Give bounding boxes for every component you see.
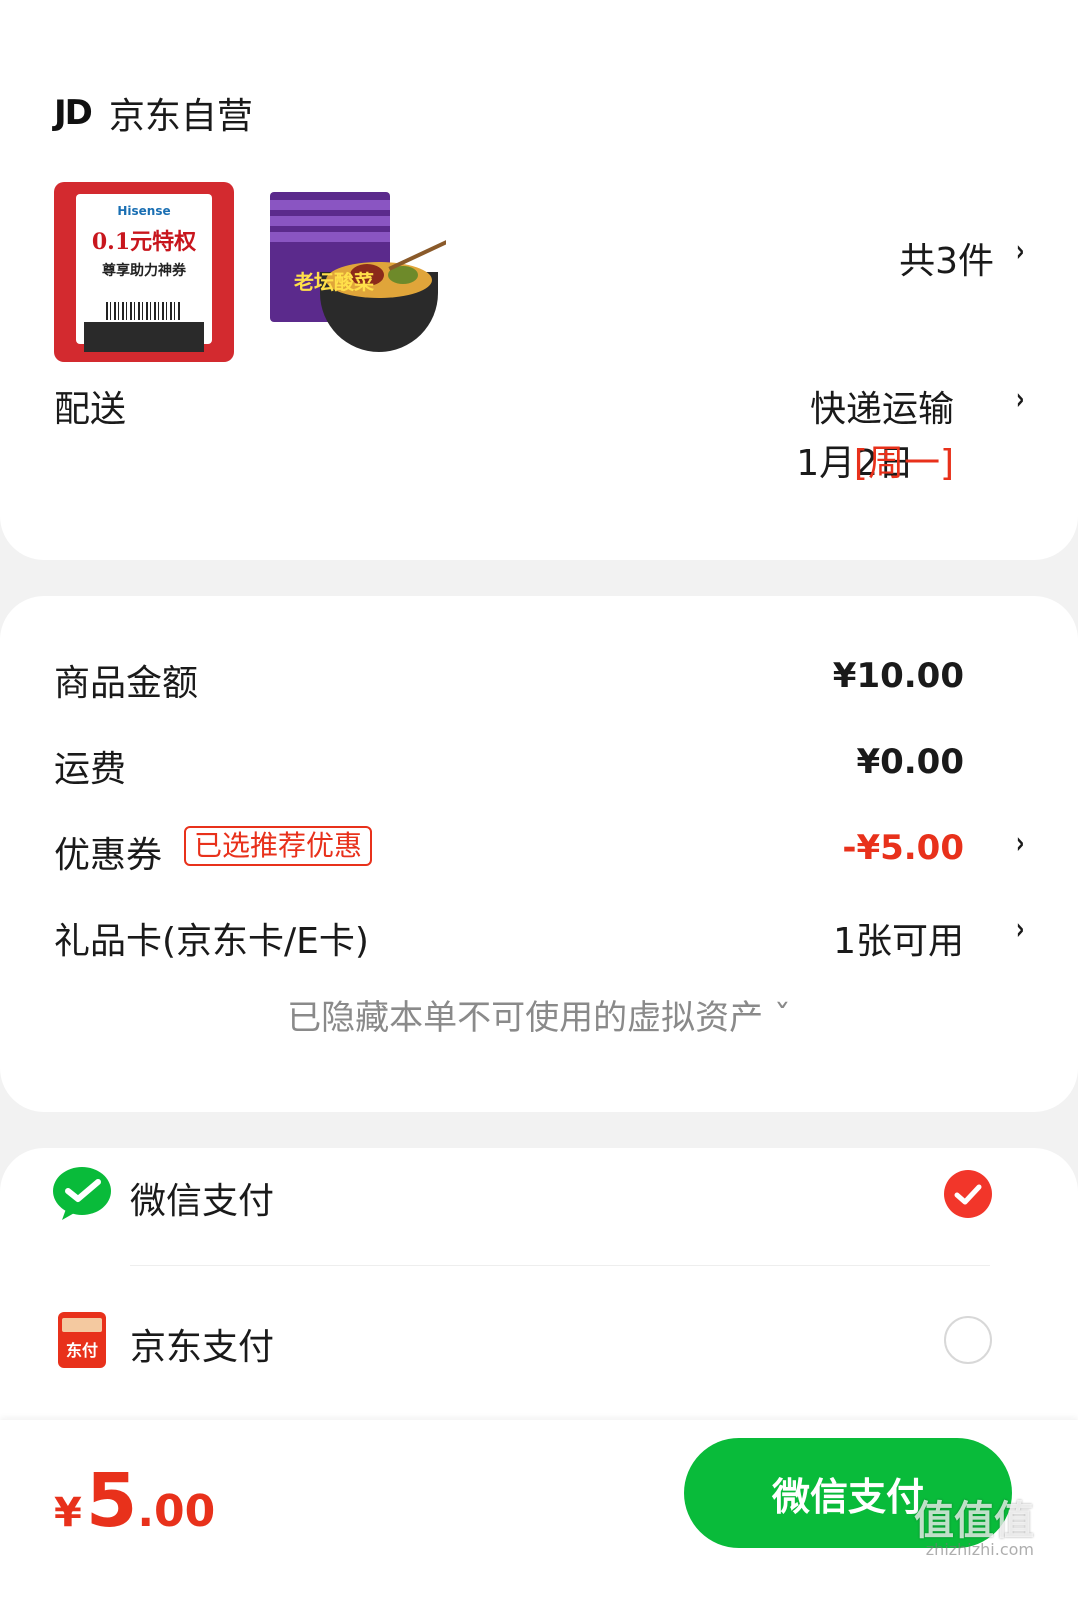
jd-pay-icon-text: 东付 bbox=[66, 1341, 98, 1360]
product-thumbnail-noodles[interactable]: 老坛酸菜 bbox=[266, 182, 446, 362]
shop-name: 京东自营 bbox=[108, 96, 253, 137]
item-count[interactable]: 共3件 bbox=[899, 232, 994, 284]
jd-pay-label[interactable]: 京东支付 bbox=[130, 1318, 274, 1370]
jd-pay-icon: 东付 bbox=[52, 1310, 112, 1370]
total-decimal: .00 bbox=[137, 1486, 216, 1537]
voucher-subtitle: 尊享助力神券 bbox=[102, 263, 186, 279]
wechat-pay-icon bbox=[52, 1164, 112, 1224]
giftcard-label: 礼品卡(京东卡/E卡) bbox=[54, 921, 369, 962]
chevron-right-icon[interactable]: › bbox=[1015, 382, 1024, 417]
delivery-method[interactable]: 快递运输 bbox=[810, 380, 954, 432]
divider bbox=[130, 1265, 990, 1266]
chevron-right-icon[interactable]: › bbox=[1015, 234, 1024, 269]
package-stripe bbox=[270, 232, 390, 242]
voucher-footer bbox=[84, 322, 204, 352]
voucher-title: 0.1元特权 bbox=[91, 229, 197, 255]
noodle-package-label: 老坛酸菜 bbox=[294, 270, 374, 294]
shop-header: JD 京东自营 bbox=[54, 88, 253, 138]
giftcard-value[interactable]: 1张可用 bbox=[833, 912, 964, 964]
shipping-value: ¥0.00 bbox=[856, 742, 964, 782]
goods-amount-value: ¥10.00 bbox=[832, 656, 964, 696]
chopsticks-icon bbox=[388, 237, 446, 271]
wechat-pay-radio-checked[interactable] bbox=[944, 1170, 992, 1218]
goods-amount-label: 商品金额 bbox=[54, 663, 199, 704]
delivery-label: 配送 bbox=[54, 389, 127, 430]
product-thumbnail-voucher[interactable]: Hisense 0.1元特权 尊享助力神券 bbox=[54, 182, 234, 362]
chevron-right-icon[interactable]: › bbox=[1015, 912, 1024, 947]
hidden-assets-toggle[interactable]: 已隐藏本单不可使用的虚拟资产 ˇ bbox=[0, 990, 1078, 1039]
coupon-value[interactable]: -¥5.00 bbox=[842, 828, 964, 868]
total-currency: ¥ bbox=[54, 1490, 82, 1536]
package-stripe bbox=[270, 216, 390, 226]
jd-logo-icon: JD bbox=[54, 93, 93, 133]
coupon-selected-badge: 已选推荐优惠 bbox=[184, 826, 373, 866]
watermark-url: zhizhizhi.com bbox=[925, 1540, 1034, 1559]
delivery-weekday: [周一] bbox=[853, 443, 954, 484]
watermark: 值值值 bbox=[914, 1498, 1034, 1544]
wechat-pay-label[interactable]: 微信支付 bbox=[130, 1172, 274, 1224]
voucher-brand: Hisense bbox=[117, 204, 171, 218]
shipping-label: 运费 bbox=[54, 749, 127, 790]
total-integer: 5 bbox=[85, 1458, 138, 1544]
package-stripe bbox=[270, 200, 390, 210]
chevron-right-icon[interactable]: › bbox=[1015, 826, 1024, 861]
barcode-icon bbox=[106, 302, 182, 320]
total-price: ¥ 5 .00 bbox=[54, 1458, 215, 1544]
jd-pay-radio[interactable] bbox=[944, 1316, 992, 1364]
coupon-label: 优惠券 bbox=[54, 835, 163, 876]
